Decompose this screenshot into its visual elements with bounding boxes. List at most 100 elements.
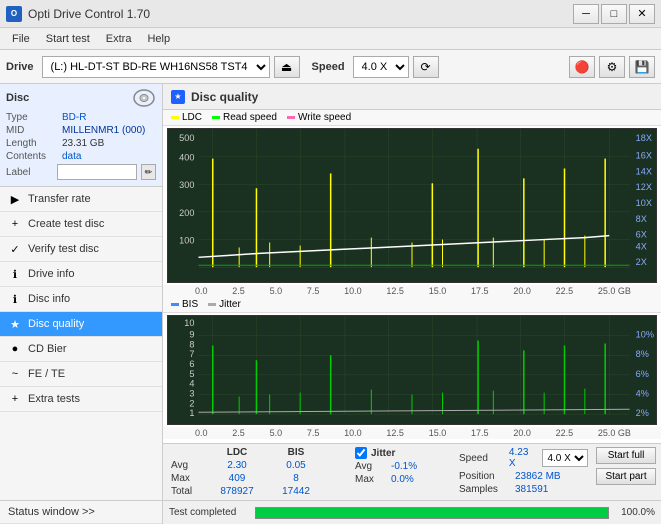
label-edit-button[interactable]: ✏ [141,164,156,180]
speed-stat-select[interactable]: 4.0 X [542,449,588,467]
chart2: 10 9 8 7 6 5 4 3 2 1 10% 8% 6% 4% 2% [167,315,657,425]
progress-bar-fill [256,508,608,518]
window-controls: ─ □ ✕ [573,4,655,24]
avg-label: Avg [171,460,203,471]
menu-help[interactable]: Help [139,31,178,47]
chart1: 500 400 300 200 100 18X 16X 14X 12X 10X … [167,128,657,283]
drive-info-icon: ℹ [8,267,22,281]
charts-container: LDC Read speed Write speed [163,110,661,443]
svg-text:6: 6 [189,359,194,369]
sidebar-item-transfer-rate[interactable]: ▶ Transfer rate [0,187,162,212]
ldc-header: LDC [207,447,267,458]
save-button[interactable]: 💾 [629,56,655,78]
type-value: BD-R [62,112,86,123]
menu-file[interactable]: File [4,31,38,47]
sidebar-item-drive-info[interactable]: ℹ Drive info [0,262,162,287]
status-window-button[interactable]: Status window >> [0,501,162,524]
bis-legend-label: BIS [182,299,198,310]
svg-text:8X: 8X [636,214,647,224]
svg-text:8: 8 [189,340,194,350]
settings-button[interactable]: ⚙ [599,56,625,78]
avg-ldc: 2.30 [207,460,267,471]
disc-label-label: Label [6,167,53,178]
total-bis: 17442 [271,486,321,497]
app-title: Opti Drive Control 1.70 [28,7,150,21]
svg-text:5: 5 [189,369,194,379]
progress-bar [255,507,609,519]
total-label: Total [171,486,203,497]
svg-text:10X: 10X [636,198,652,208]
speed-position-stats: Speed 4.23 X 4.0 X Position 23862 MB Sam… [459,447,588,495]
chart1-legend: LDC Read speed Write speed [163,110,661,126]
maximize-button[interactable]: □ [601,4,627,24]
action-buttons: Start full Start part [596,447,655,485]
menu-start-test[interactable]: Start test [38,31,98,47]
status-text: Test completed [169,507,249,518]
disc-quality-icon: ★ [8,317,22,331]
title-bar: O Opti Drive Control 1.70 ─ □ ✕ [0,0,661,28]
sidebar-item-disc-info[interactable]: ℹ Disc info [0,287,162,312]
svg-text:10: 10 [184,318,194,328]
jitter-legend: Jitter [208,299,241,310]
sidebar-item-extra-tests[interactable]: + Extra tests [0,387,162,412]
progress-percent: 100.0% [615,507,655,518]
sidebar-item-disc-quality[interactable]: ★ Disc quality [0,312,162,337]
minimize-button[interactable]: ─ [573,4,599,24]
jitter-max: 0.0% [391,474,414,485]
svg-text:4%: 4% [636,389,649,399]
svg-text:6X: 6X [636,230,647,240]
svg-text:200: 200 [179,208,194,218]
type-label: Type [6,112,62,123]
svg-text:2: 2 [189,398,194,408]
sidebar-item-cd-bier[interactable]: ● CD Bier [0,337,162,362]
bis-legend-dot [171,303,179,306]
mid-value: MILLENMR1 (000) [62,125,145,136]
max-ldc: 409 [207,473,267,484]
sidebar-item-verify-test-disc[interactable]: ✓ Verify test disc [0,237,162,262]
write-speed-legend: Write speed [287,112,351,123]
menu-extra[interactable]: Extra [98,31,140,47]
position-value: 23862 MB [515,471,561,482]
progress-bar-container: Test completed 100.0% [163,500,661,524]
disc-quality-header: ★ Disc quality [163,84,661,110]
verify-test-disc-icon: ✓ [8,242,22,256]
contents-label: Contents [6,151,62,162]
ldc-legend-label: LDC [182,112,202,123]
max-label: Max [171,473,203,484]
close-button[interactable]: ✕ [629,4,655,24]
max-bis: 8 [271,473,321,484]
start-part-button[interactable]: Start part [596,468,655,485]
sidebar-item-fe-te[interactable]: ~ FE / TE [0,362,162,387]
svg-text:300: 300 [179,180,194,190]
svg-text:4X: 4X [636,242,647,252]
ldc-legend: LDC [171,112,202,123]
disc-section: Disc Type BD-R MID MILLENMR1 (000) Leng [0,84,162,187]
label-input[interactable] [57,164,137,180]
disc-title: Disc [6,92,29,104]
transfer-rate-icon: ▶ [8,192,22,206]
burn-button[interactable]: 🔴 [569,56,595,78]
speed-stat-value: 4.23 X [509,447,535,469]
jitter-avg: -0.1% [391,461,417,472]
svg-text:3: 3 [189,389,194,399]
disc-quality-header-icon: ★ [171,90,185,104]
drive-select[interactable]: (L:) HL-DT-ST BD-RE WH16NS58 TST4 [42,56,270,78]
avg-bis: 0.05 [271,460,321,471]
svg-text:8%: 8% [636,349,649,359]
svg-text:2%: 2% [636,408,649,418]
chart1-x-labels: 0.0 2.5 5.0 7.5 10.0 12.5 15.0 17.5 20.0… [163,285,661,297]
start-full-button[interactable]: Start full [596,447,655,464]
speed-select[interactable]: 4.0 X [353,56,409,78]
speed-label: Speed [312,61,345,73]
svg-text:18X: 18X [636,133,652,143]
eject-button[interactable]: ⏏ [274,56,300,78]
svg-text:6%: 6% [636,369,649,379]
sidebar-item-create-test-disc[interactable]: + Create test disc [0,212,162,237]
svg-text:100: 100 [179,236,194,246]
jitter-checkbox[interactable] [355,447,367,459]
app-icon: O [6,6,22,22]
write-speed-legend-dot [287,116,295,119]
disc-quality-title: Disc quality [191,90,258,104]
svg-text:7: 7 [189,349,194,359]
refresh-button[interactable]: ⟳ [413,56,439,78]
